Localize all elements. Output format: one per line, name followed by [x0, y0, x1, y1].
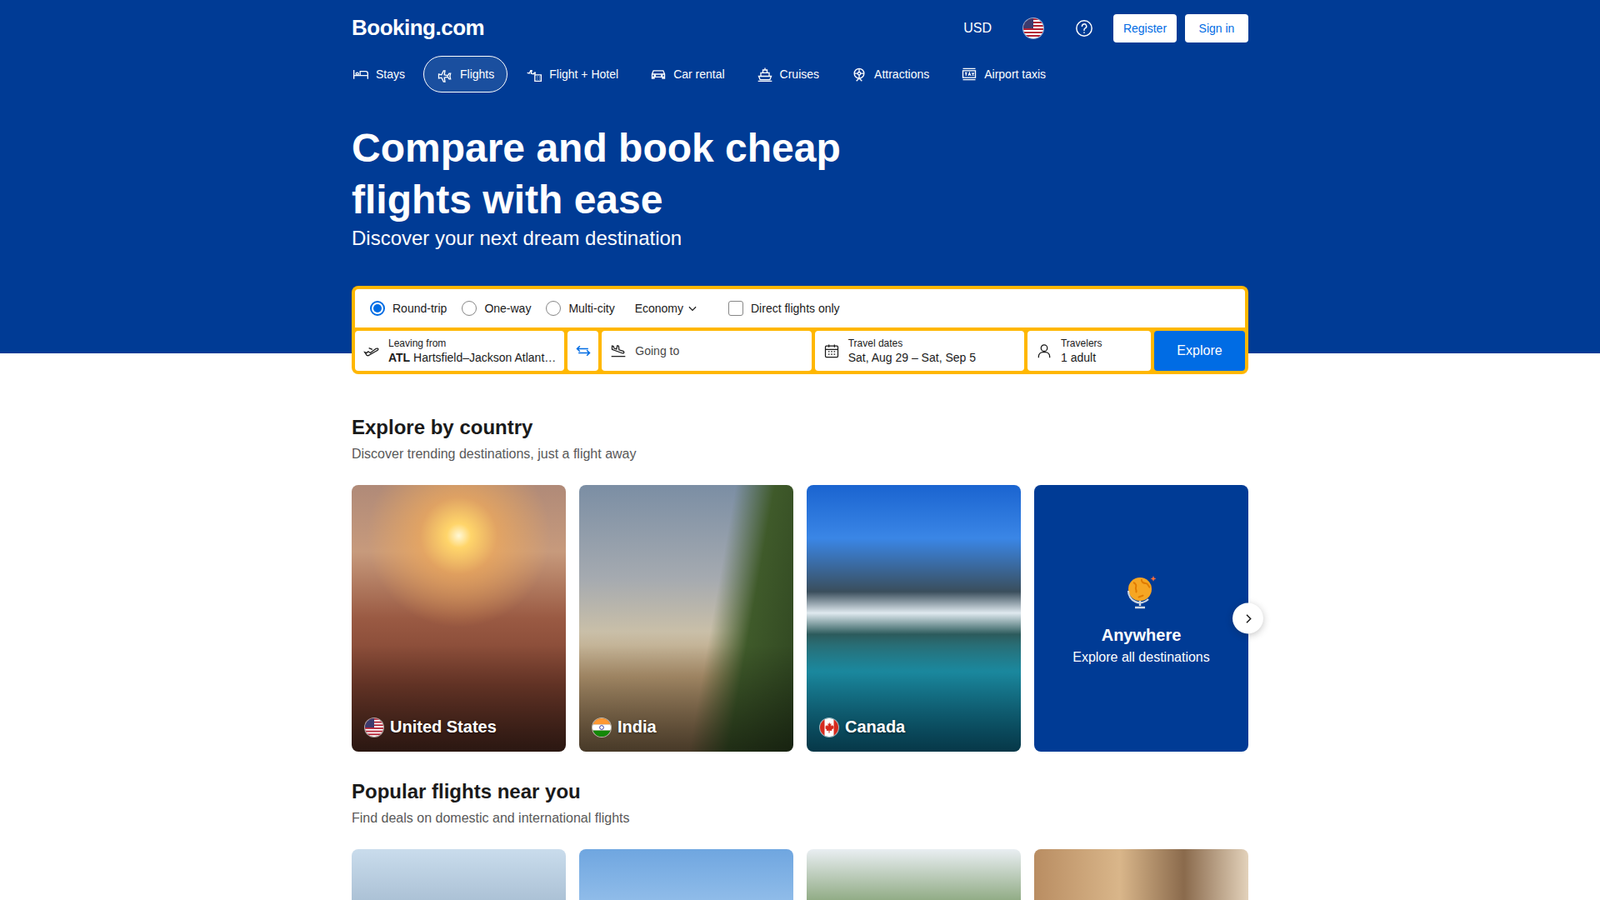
nav-item[interactable]: Car rental	[636, 55, 738, 93]
swap-arrows-icon	[575, 342, 592, 360]
section-subtitle: Discover trending destinations, just a f…	[351, 445, 1249, 463]
nav-item[interactable]: Flight + Hotel	[512, 55, 632, 93]
register-button[interactable]: Register	[1113, 14, 1177, 43]
top-bar: Booking.com USD Register Sign in	[351, 0, 1249, 56]
landing-icon	[610, 342, 627, 360]
popular-flight-card[interactable]	[351, 849, 566, 900]
calendar-icon	[823, 342, 840, 360]
radio-button[interactable]	[461, 300, 477, 316]
india-flag-icon	[592, 718, 611, 737]
popular-flight-card[interactable]	[1034, 849, 1249, 900]
going-to-field[interactable]: Going to	[601, 330, 811, 371]
search-fields: Leaving from ATL Hartsfield–Jackson Atla…	[355, 330, 1245, 371]
anywhere-card[interactable]: Anywhere Explore all destinations	[1034, 485, 1249, 752]
us-flag-icon	[365, 718, 384, 737]
help-button[interactable]	[1063, 12, 1105, 45]
radio-button[interactable]	[545, 300, 561, 316]
hero-title: Compare and book cheap flights with ease	[351, 122, 885, 226]
section-title: Popular flights near you	[351, 779, 1249, 805]
leaving-from-field[interactable]: Leaving from ATL Hartsfield–Jackson Atla…	[355, 330, 565, 371]
country-card[interactable]: India	[579, 485, 794, 752]
popular-flight-card[interactable]	[579, 849, 794, 900]
taxi-icon	[960, 65, 978, 83]
flight-search-box: Round-trip One-way Multi-city Economy Di…	[351, 285, 1249, 375]
flight-hotel-icon	[525, 65, 543, 83]
popular-flight-card[interactable]	[806, 849, 1021, 900]
travelers-field[interactable]: Travelers 1 adult	[1027, 330, 1151, 371]
carousel-next-button[interactable]	[1232, 603, 1264, 635]
bed-icon	[352, 65, 370, 83]
trip-type-option[interactable]: One-way	[461, 300, 531, 316]
country-card[interactable]: United States	[351, 485, 566, 752]
flights-page: Booking.com USD Register Sign in Stays F…	[0, 0, 1600, 900]
hero-subtitle: Discover your next dream destination	[351, 225, 1249, 251]
trip-type-option[interactable]: Multi-city	[545, 300, 615, 316]
car-icon	[650, 65, 667, 83]
explore-button[interactable]: Explore	[1154, 330, 1245, 371]
takeoff-icon	[363, 342, 380, 360]
section-title: Explore by country	[351, 415, 1249, 440]
sign-in-button[interactable]: Sign in	[1185, 14, 1249, 43]
chevron-down-icon	[686, 302, 699, 315]
canada-flag-icon	[820, 718, 839, 737]
nav-item[interactable]: Flights	[423, 55, 508, 93]
ship-icon	[756, 65, 774, 83]
popular-flights: Popular flights near you Find deals on d…	[351, 779, 1249, 900]
explore-by-country: Explore by country Discover trending des…	[351, 415, 1249, 752]
language-button[interactable]	[1011, 11, 1055, 45]
us-flag-icon	[1023, 18, 1044, 39]
nav-item[interactable]: Airport taxis	[947, 55, 1060, 93]
product-nav: Stays Flights Flight + Hotel Car rental …	[339, 55, 1249, 93]
currency-button[interactable]: USD	[951, 14, 1004, 43]
swap-button[interactable]	[567, 330, 599, 371]
nav-item[interactable]: Cruises	[743, 55, 833, 93]
cabin-class-dropdown[interactable]: Economy	[631, 296, 702, 320]
radio-button[interactable]	[370, 300, 385, 316]
booking-logo[interactable]: Booking.com	[351, 15, 485, 41]
help-icon	[1075, 19, 1094, 38]
country-carousel: United States India Canada Anywhere Expl…	[351, 485, 1249, 752]
country-card[interactable]: Canada	[806, 485, 1021, 752]
travel-dates-field[interactable]: Travel dates Sat, Aug 29 – Sat, Sep 5	[815, 330, 1025, 371]
nav-item[interactable]: Stays	[339, 55, 419, 93]
globe-icon	[1121, 572, 1162, 613]
checkbox[interactable]	[728, 300, 744, 316]
person-icon	[1035, 342, 1053, 360]
nav-item[interactable]: Attractions	[837, 55, 943, 93]
chevron-right-icon	[1241, 611, 1255, 625]
attractions-icon	[850, 65, 868, 83]
plane-icon	[436, 65, 454, 83]
radio-dot	[373, 304, 382, 313]
trip-type-option[interactable]: Round-trip	[370, 300, 447, 316]
section-subtitle: Find deals on domestic and international…	[351, 810, 1249, 827]
direct-flights-option[interactable]: Direct flights only	[728, 300, 840, 316]
search-options: Round-trip One-way Multi-city Economy Di…	[355, 289, 1245, 328]
